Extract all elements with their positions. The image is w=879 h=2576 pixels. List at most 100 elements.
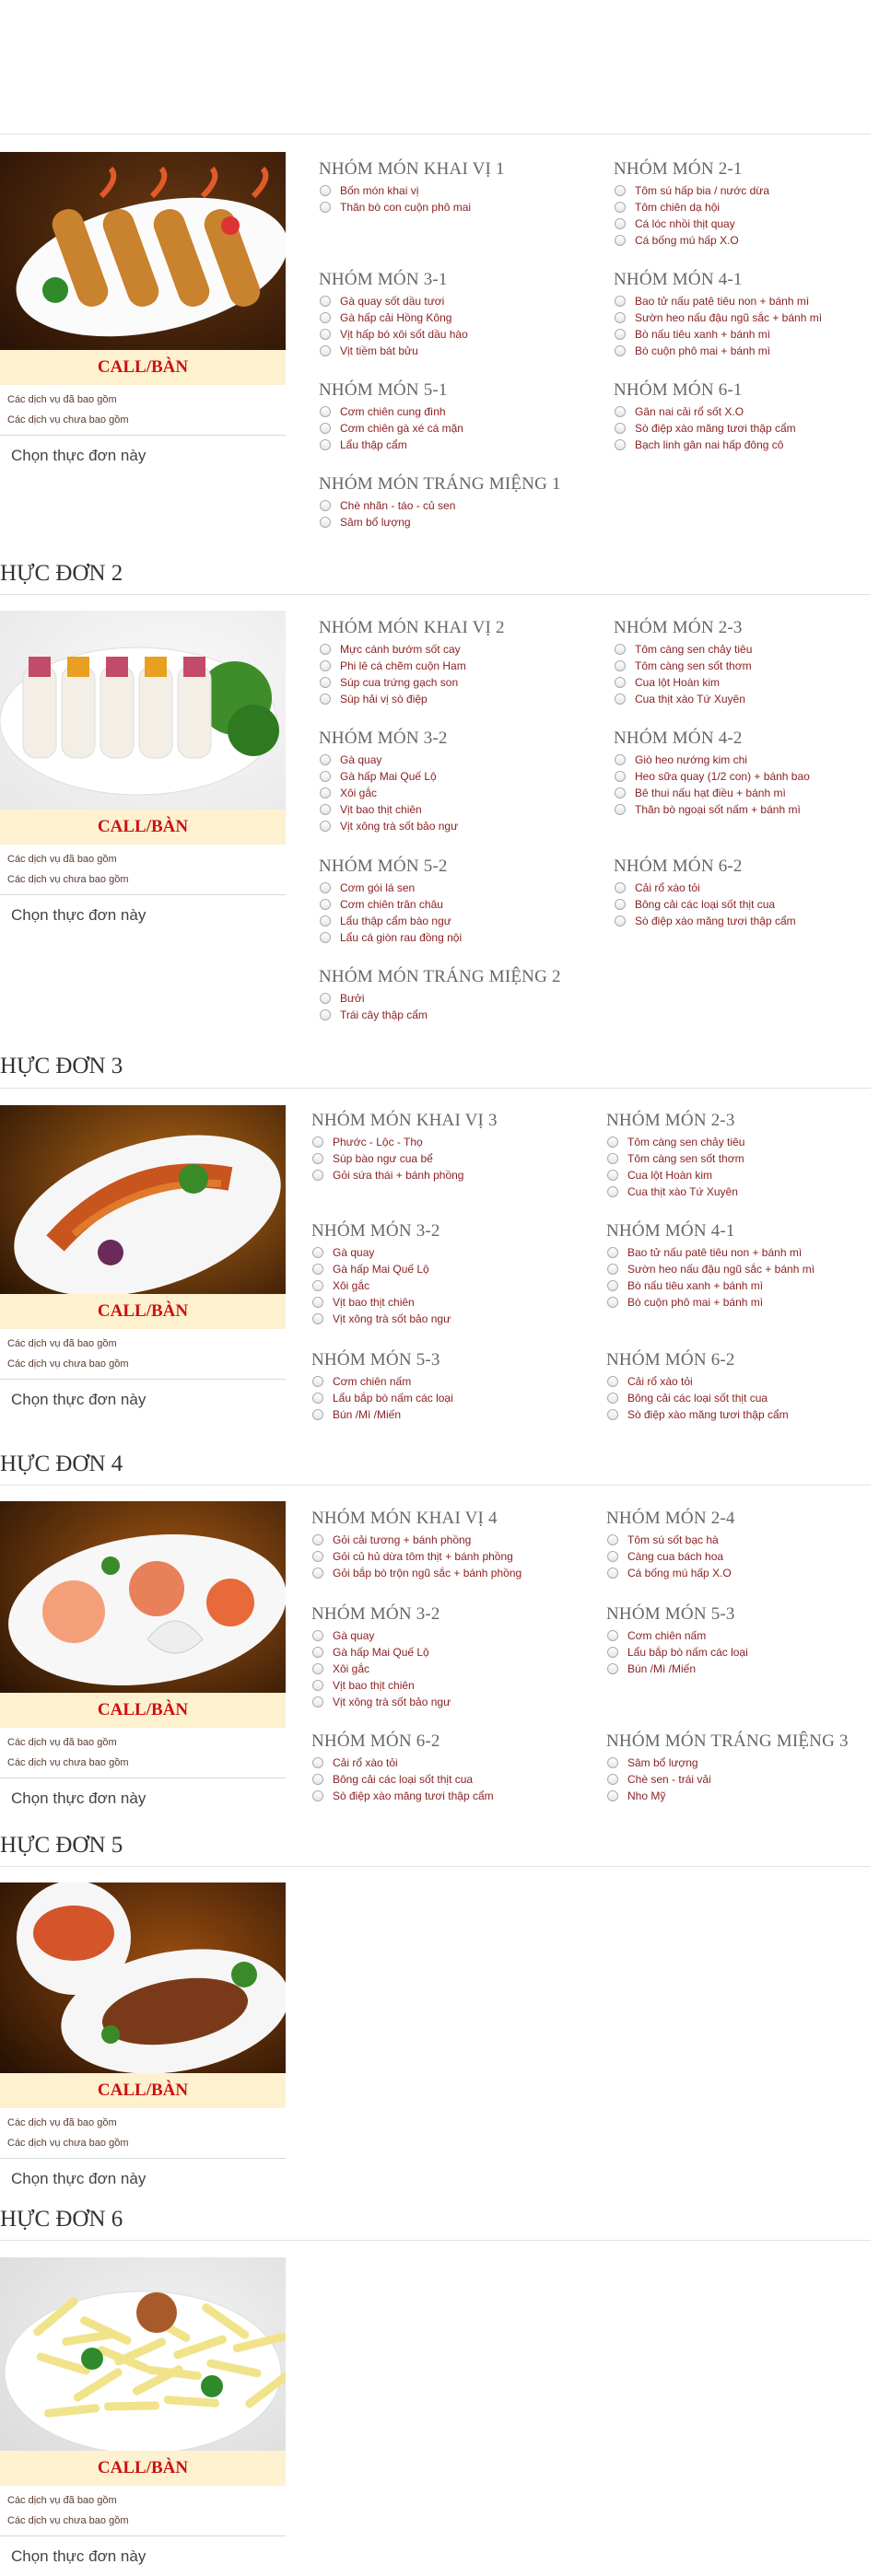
radio-button[interactable]	[312, 1646, 323, 1658]
radio-button[interactable]	[312, 1169, 323, 1181]
dish-option[interactable]: Chè nhãn - táo - củ sen	[319, 497, 595, 514]
dish-option[interactable]: Gỏi củ hủ dừa tôm thịt + bánh phồng	[311, 1548, 588, 1565]
radio-button[interactable]	[320, 344, 331, 356]
radio-button[interactable]	[320, 753, 331, 765]
dish-option[interactable]: Bê thui nấu hạt điều + bánh mì	[614, 785, 879, 801]
radio-button[interactable]	[320, 201, 331, 213]
choose-menu-button[interactable]: Chọn thực đơn này	[11, 1789, 146, 1808]
dish-option[interactable]: Cơm chiên nấm	[606, 1627, 879, 1644]
radio-button[interactable]	[312, 1296, 323, 1308]
dish-option[interactable]: Gỏi sứa thái + bánh phồng	[311, 1167, 588, 1183]
excluded-services-link[interactable]: Các dịch vụ chưa bao gồm	[7, 2515, 129, 2526]
radio-button[interactable]	[615, 405, 626, 417]
radio-button[interactable]	[607, 1550, 618, 1562]
dish-option[interactable]: Vịt xông trà sốt bảo ngư	[319, 818, 595, 834]
radio-button[interactable]	[615, 184, 626, 196]
radio-button[interactable]	[615, 676, 626, 688]
dish-option[interactable]: Tôm càng sen sốt thơm	[614, 658, 879, 674]
dish-option[interactable]: Vịt bao thịt chiên	[311, 1294, 588, 1311]
radio-button[interactable]	[312, 1246, 323, 1258]
dish-option[interactable]: Cải rổ xào tỏi	[614, 880, 879, 896]
dish-option[interactable]: Cua lột Hoàn kim	[614, 674, 879, 691]
radio-button[interactable]	[312, 1263, 323, 1275]
dish-option[interactable]: Gà hấp Mai Quế Lộ	[319, 768, 595, 785]
radio-button[interactable]	[615, 915, 626, 927]
dish-option[interactable]: Gân nai cải rổ sốt X.O	[614, 403, 879, 420]
dish-option[interactable]: Cơm chiên gà xé cá mặn	[319, 420, 595, 437]
radio-button[interactable]	[615, 881, 626, 893]
radio-button[interactable]	[320, 438, 331, 450]
included-services-link[interactable]: Các dịch vụ đã bao gồm	[7, 2495, 117, 2506]
radio-button[interactable]	[320, 931, 331, 943]
dish-option[interactable]: Sò điệp xào măng tươi thập cẩm	[614, 420, 879, 437]
radio-button[interactable]	[320, 820, 331, 832]
dish-option[interactable]: Tôm sú sốt bạc hà	[606, 1532, 879, 1548]
radio-button[interactable]	[320, 643, 331, 655]
included-services-link[interactable]: Các dịch vụ đã bao gồm	[7, 394, 117, 405]
dish-option[interactable]: Súp bào ngư cua bể	[311, 1150, 588, 1167]
dish-option[interactable]: Chè sen - trái vải	[606, 1771, 879, 1788]
radio-button[interactable]	[320, 676, 331, 688]
dish-option[interactable]: Lẩu bắp bò nấm các loại	[606, 1644, 879, 1661]
radio-button[interactable]	[320, 770, 331, 782]
radio-button[interactable]	[312, 1789, 323, 1801]
dish-option[interactable]: Nho Mỹ	[606, 1788, 879, 1804]
dish-option[interactable]: Gà quay	[311, 1244, 588, 1261]
radio-button[interactable]	[312, 1392, 323, 1404]
choose-menu-button[interactable]: Chọn thực đơn này	[11, 2547, 146, 2566]
dish-option[interactable]: Thăn bò ngoại sốt nấm + bánh mì	[614, 801, 879, 818]
dish-option[interactable]: Lẩu bắp bò nấm các loại	[311, 1390, 588, 1406]
dish-option[interactable]: Bò nấu tiêu xanh + bánh mì	[614, 326, 879, 343]
radio-button[interactable]	[320, 881, 331, 893]
included-services-link[interactable]: Các dịch vụ đã bao gồm	[7, 1338, 117, 1349]
radio-button[interactable]	[320, 516, 331, 528]
dish-option[interactable]: Xôi gắc	[319, 785, 595, 801]
radio-button[interactable]	[615, 422, 626, 434]
dish-option[interactable]: Cơm chiên trân châu	[319, 896, 595, 913]
radio-button[interactable]	[615, 328, 626, 340]
dish-option[interactable]: Phi lê cá chẽm cuộn Ham	[319, 658, 595, 674]
radio-button[interactable]	[312, 1136, 323, 1148]
dish-option[interactable]: Vịt bao thịt chiên	[319, 801, 595, 818]
dish-option[interactable]: Heo sữa quay (1/2 con) + bánh bao	[614, 768, 879, 785]
dish-option[interactable]: Vịt xông trà sốt bảo ngư	[311, 1311, 588, 1327]
dish-option[interactable]: Bò nấu tiêu xanh + bánh mì	[606, 1277, 879, 1294]
radio-button[interactable]	[312, 1679, 323, 1691]
dish-option[interactable]: Gỏi cải tương + bánh phồng	[311, 1532, 588, 1548]
dish-option[interactable]: Tôm càng sen chảy tiêu	[614, 641, 879, 658]
radio-button[interactable]	[607, 1375, 618, 1387]
dish-option[interactable]: Sườn heo nấu đậu ngũ sắc + bánh mì	[606, 1261, 879, 1277]
dish-option[interactable]: Súp cua trứng gạch son	[319, 674, 595, 691]
radio-button[interactable]	[615, 787, 626, 798]
dish-option[interactable]: Cải rổ xào tỏi	[606, 1373, 879, 1390]
radio-button[interactable]	[615, 295, 626, 307]
radio-button[interactable]	[320, 328, 331, 340]
radio-button[interactable]	[607, 1629, 618, 1641]
dish-option[interactable]: Phước - Lộc - Thọ	[311, 1134, 588, 1150]
radio-button[interactable]	[615, 438, 626, 450]
dish-option[interactable]: Lẩu thập cẩm bào ngư	[319, 913, 595, 929]
radio-button[interactable]	[320, 422, 331, 434]
dish-option[interactable]: Cua lột Hoàn kim	[606, 1167, 879, 1183]
radio-button[interactable]	[312, 1152, 323, 1164]
dish-option[interactable]: Sò điệp xào măng tươi thập cẩm	[606, 1406, 879, 1423]
dish-option[interactable]: Bông cải các loại sốt thịt cua	[606, 1390, 879, 1406]
dish-option[interactable]: Lẩu cá giòn rau đồng nội	[319, 929, 595, 946]
dish-option[interactable]: Bò cuộn phô mai + bánh mì	[606, 1294, 879, 1311]
dish-option[interactable]: Gà quay	[311, 1627, 588, 1644]
radio-button[interactable]	[320, 499, 331, 511]
dish-option[interactable]: Sò điệp xào măng tươi thập cẩm	[311, 1788, 588, 1804]
choose-menu-button[interactable]: Chọn thực đơn này	[11, 906, 146, 925]
excluded-services-link[interactable]: Các dịch vụ chưa bao gồm	[7, 414, 129, 425]
radio-button[interactable]	[607, 1756, 618, 1768]
dish-option[interactable]: Giò heo nướng kim chi	[614, 752, 879, 768]
radio-button[interactable]	[312, 1773, 323, 1785]
radio-button[interactable]	[312, 1662, 323, 1674]
radio-button[interactable]	[607, 1152, 618, 1164]
dish-option[interactable]: Vịt tiềm bát bửu	[319, 343, 595, 359]
dish-option[interactable]: Gà quay	[319, 752, 595, 768]
included-services-link[interactable]: Các dịch vụ đã bao gồm	[7, 854, 117, 865]
dish-option[interactable]: Bông cải các loại sốt thịt cua	[311, 1771, 588, 1788]
dish-option[interactable]: Càng cua bách hoa	[606, 1548, 879, 1565]
dish-option[interactable]: Vịt bao thịt chiên	[311, 1677, 588, 1694]
